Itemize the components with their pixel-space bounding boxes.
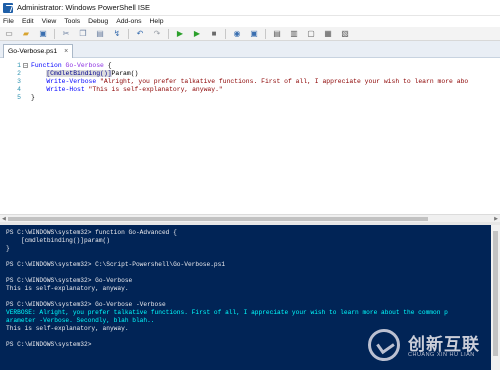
run-script-icon[interactable]: ▶	[174, 28, 186, 39]
code-text: Write-Host "This is self-explanatory, an…	[31, 86, 223, 94]
undo-icon[interactable]: ↶	[134, 28, 146, 39]
console-line: PS C:\WINDOWS\system32> Go-Verbose	[6, 277, 133, 284]
new-remote-tab-icon[interactable]: ◉	[231, 28, 243, 39]
show-script-pane-maximized-icon[interactable]: ▢	[305, 28, 317, 39]
toolbar-separator	[128, 28, 129, 39]
code-token: "This is self-explanatory, anyway."	[84, 86, 223, 93]
console-line: This is self-explanatory, anyway.	[6, 285, 129, 292]
watermark-emblem-icon	[368, 329, 400, 361]
line-number: 4	[17, 86, 21, 93]
menu-view[interactable]: View	[42, 18, 57, 25]
line-number: 1	[17, 62, 21, 69]
code-token: Function	[31, 62, 66, 69]
clear-console-icon[interactable]: ↯	[111, 28, 123, 39]
toolbar-separator	[265, 28, 266, 39]
script-tab-strip: Go-Verbose.ps1 ×	[0, 41, 500, 58]
run-selection-icon[interactable]: ▶	[191, 28, 203, 39]
watermark-logo: 创新互联 CHUANG XIN HU LIAN	[368, 326, 498, 366]
code-text: [CmdletBinding()]Param()	[31, 70, 138, 78]
menu-debug[interactable]: Debug	[88, 18, 108, 25]
code-line: 1− Function Go-Verbose {	[0, 62, 500, 70]
scrollbar-thumb[interactable]	[8, 217, 428, 221]
menu-file[interactable]: File	[3, 18, 14, 25]
code-token: "Alright, you prefer talkative functions…	[96, 78, 469, 85]
code-token: Write-Verbose	[46, 78, 97, 85]
console-line: This is self-explanatory, anyway.	[6, 325, 129, 332]
line-number: 2	[17, 70, 21, 77]
tab-label: Go-Verbose.ps1	[8, 48, 58, 55]
stop-operation-icon[interactable]: ■	[208, 28, 220, 39]
code-token: [CmdletBinding()]	[46, 70, 112, 77]
show-script-pane-top-icon[interactable]: ▤	[271, 28, 283, 39]
copy-icon[interactable]: ❐	[77, 28, 89, 39]
toolbar: ▭ ▰ ▣ ✂ ❐ ▤ ↯ ↶ ↷ ▶ ▶ ■ ◉ ▣ ▤ ▥ ▢ ▦ ▧	[0, 27, 500, 41]
code-token: Param()	[111, 70, 139, 77]
console-line: [cmdletbinding()]param()	[6, 237, 110, 244]
start-powershell-icon[interactable]: ▣	[248, 28, 260, 39]
menu-help[interactable]: Help	[150, 18, 164, 25]
code-line: 2 [CmdletBinding()]Param()	[0, 70, 500, 78]
code-line: 5}	[0, 94, 500, 102]
show-command-addon-icon[interactable]: ▧	[339, 28, 351, 39]
console-verbose-line: VERBOSE: Alright, you prefer talkative f…	[6, 309, 448, 316]
paste-icon[interactable]: ▤	[94, 28, 106, 39]
watermark-subtext: CHUANG XIN HU LIAN	[408, 352, 475, 358]
code-token: {	[103, 62, 112, 69]
code-token: Write-Host	[46, 86, 85, 93]
toolbar-separator	[225, 28, 226, 39]
console-line: PS C:\WINDOWS\system32> Go-Verbose -Verb…	[6, 301, 166, 308]
line-number: 5	[17, 94, 21, 101]
code-text: Write-Verbose "Alright, you prefer talka…	[31, 78, 468, 86]
console-verbose-line: arameter -Verbose. Secondly, blah blah..	[6, 317, 155, 324]
window-title: Administrator: Windows PowerShell ISE	[17, 3, 150, 12]
console-line: PS C:\WINDOWS\system32> function Go-Adva…	[6, 229, 177, 236]
code-text: }	[31, 94, 35, 102]
show-command-window-icon[interactable]: ▦	[322, 28, 334, 39]
toolbar-separator	[168, 28, 169, 39]
toolbar-separator	[54, 28, 55, 39]
code-token: Go-Verbose	[65, 62, 104, 69]
tab-go-verbose[interactable]: Go-Verbose.ps1 ×	[3, 44, 74, 58]
title-bar: Administrator: Windows PowerShell ISE	[0, 0, 500, 16]
line-number: 3	[17, 78, 21, 85]
editor-horizontal-scrollbar[interactable]: ◀ ▶	[0, 214, 500, 222]
menu-bar: File Edit View Tools Debug Add-ons Help	[0, 16, 500, 27]
code-line: 4 Write-Host "This is self-explanatory, …	[0, 86, 500, 94]
show-script-pane-right-icon[interactable]: ▥	[288, 28, 300, 39]
cut-icon[interactable]: ✂	[60, 28, 72, 39]
console-line: }	[6, 245, 10, 252]
code-token: }	[31, 94, 35, 101]
script-editor[interactable]: 1− Function Go-Verbose {2 [CmdletBinding(…	[0, 58, 500, 214]
new-script-icon[interactable]: ▭	[3, 28, 15, 39]
redo-icon[interactable]: ↷	[151, 28, 163, 39]
collapse-icon[interactable]: −	[23, 63, 28, 69]
save-script-icon[interactable]: ▣	[37, 28, 49, 39]
menu-add-ons[interactable]: Add-ons	[116, 18, 141, 25]
console-line: PS C:\WINDOWS\system32>	[6, 341, 92, 348]
menu-tools[interactable]: Tools	[64, 18, 80, 25]
console-line: PS C:\WINDOWS\system32> C:\Script-Powers…	[6, 261, 226, 268]
open-script-icon[interactable]: ▰	[20, 28, 32, 39]
code-text: Function Go-Verbose {	[31, 62, 112, 70]
menu-edit[interactable]: Edit	[22, 18, 34, 25]
code-line: 3 Write-Verbose "Alright, you prefer tal…	[0, 78, 500, 86]
powershell-app-icon	[3, 2, 13, 13]
close-icon[interactable]: ×	[64, 48, 68, 55]
